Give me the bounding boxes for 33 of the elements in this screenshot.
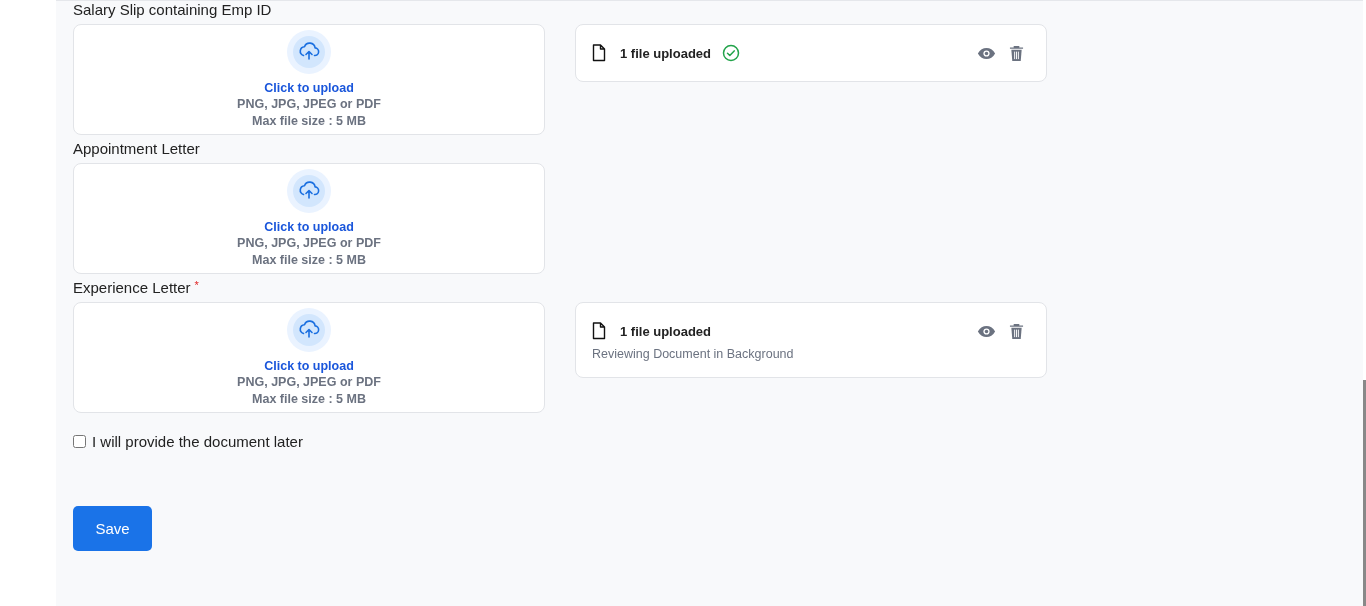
save-button[interactable]: Save [73,506,152,551]
document-icon [592,44,606,62]
delete-icon[interactable] [1009,322,1024,340]
cloud-upload-icon [287,308,331,352]
upload-dropzone[interactable]: Click to upload PNG, JPG, JPEG or PDF Max file size : 5 MB [73,302,545,413]
file-size-hint: Max file size : 5 MB [252,391,366,408]
file-format-hint: PNG, JPG, JPEG or PDF [237,374,381,391]
upload-dropzone[interactable]: Click to upload PNG, JPG, JPEG or PDF Max file size : 5 MB [73,24,545,135]
file-format-hint: PNG, JPG, JPEG or PDF [237,235,381,252]
file-format-hint: PNG, JPG, JPEG or PDF [237,96,381,113]
upload-link[interactable]: Click to upload [264,358,354,374]
upload-status: 1 file uploaded [620,323,711,339]
file-size-hint: Max file size : 5 MB [252,252,366,269]
upload-link[interactable]: Click to upload [264,80,354,96]
upload-link[interactable]: Click to upload [264,219,354,235]
check-circle-icon [722,44,740,62]
field-label: Experience Letter [73,279,191,296]
document-icon [592,322,606,340]
required-mark: * [194,279,199,291]
review-status-text: Reviewing Document in Background [592,347,795,361]
view-icon[interactable] [977,323,996,339]
file-size-hint: Max file size : 5 MB [252,113,366,130]
checkbox-label: I will provide the document later [92,433,303,450]
provide-later-checkbox[interactable] [73,435,86,448]
upload-dropzone[interactable]: Click to upload PNG, JPG, JPEG or PDF Max file size : 5 MB [73,163,545,274]
cloud-upload-icon [287,30,331,74]
field-label: Salary Slip containing Emp ID [73,1,272,18]
field-label: Appointment Letter [73,140,200,157]
delete-icon[interactable] [1009,44,1024,62]
view-icon[interactable] [977,45,996,61]
upload-status: 1 file uploaded [620,45,711,61]
cloud-upload-icon [287,169,331,213]
scrollbar[interactable] [1363,380,1366,606]
